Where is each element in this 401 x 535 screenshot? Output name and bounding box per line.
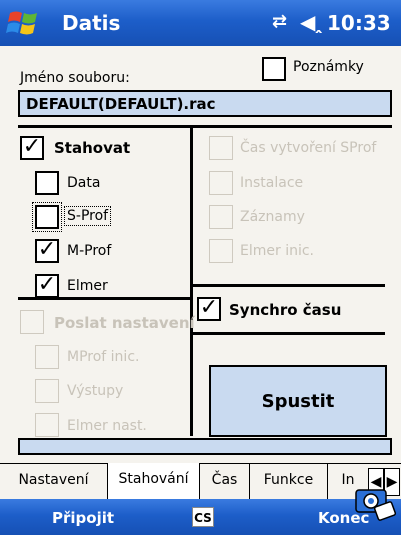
cas-vytvoreni-sprof-checkbox[interactable] bbox=[209, 136, 233, 160]
filename-label: Jméno souboru: bbox=[20, 70, 130, 86]
stahovat-checkbox[interactable]: ✓ bbox=[20, 136, 44, 160]
synchro-casu-checkbox[interactable]: ✓ bbox=[197, 297, 221, 321]
elmer-inic-label: Elmer inic. bbox=[240, 243, 314, 259]
instalace-label: Instalace bbox=[240, 175, 304, 191]
elmer-inic-checkbox[interactable] bbox=[209, 239, 233, 263]
vystupy-label: Výstupy bbox=[67, 383, 124, 399]
input-language-icon[interactable]: CS bbox=[192, 507, 214, 527]
mprof-label: M-Prof bbox=[67, 243, 112, 259]
poznamky-label: Poznámky bbox=[293, 59, 364, 75]
spustit-button[interactable]: Spustit bbox=[209, 365, 387, 437]
instalace-checkbox[interactable] bbox=[209, 171, 233, 195]
elmer-label: Elmer bbox=[67, 278, 108, 294]
poslat-nastaveni-checkbox[interactable] bbox=[20, 310, 44, 334]
divider-vertical bbox=[190, 125, 193, 436]
clock-time[interactable]: 10:33 bbox=[327, 11, 391, 35]
divider-top bbox=[18, 125, 392, 128]
sprof-checkbox[interactable] bbox=[32, 202, 62, 232]
progress-bar bbox=[18, 438, 392, 455]
elmer-nast-label: Elmer nast. bbox=[67, 418, 147, 434]
divider-right-upper bbox=[193, 284, 385, 287]
data-label: Data bbox=[67, 175, 101, 191]
app-title: Datis bbox=[62, 11, 121, 35]
data-checkbox[interactable] bbox=[35, 171, 59, 195]
menu-bar: Připojit CS Konec bbox=[0, 499, 401, 535]
signal-icon[interactable]: ⇄ bbox=[272, 11, 287, 32]
elmer-nast-checkbox[interactable] bbox=[35, 413, 59, 437]
mprof-inic-checkbox[interactable] bbox=[35, 345, 59, 369]
stahovat-label: Stahovat bbox=[54, 139, 131, 157]
title-bar: Datis ⇄ ◀ꞈ 10:33 bbox=[0, 0, 401, 46]
mprof-inic-label: MProf inic. bbox=[67, 349, 140, 365]
pripojit-softkey[interactable]: Připojit bbox=[52, 509, 114, 527]
camera-icon[interactable] bbox=[352, 478, 398, 524]
poslat-nastaveni-label: Poslat nastavení bbox=[54, 314, 195, 332]
tab-funkce[interactable]: Funkce bbox=[250, 464, 328, 499]
volume-icon[interactable]: ◀ꞈ bbox=[300, 10, 322, 35]
elmer-checkbox[interactable]: ✓ bbox=[35, 274, 59, 298]
zaznamy-checkbox[interactable] bbox=[209, 205, 233, 229]
filename-field[interactable]: DEFAULT(DEFAULT).rac bbox=[18, 90, 392, 117]
tab-strip: Nastavení Stahování Čas Funkce In ◀ ▶ bbox=[0, 463, 401, 499]
cas-vytvoreni-sprof-label: Čas vytvoření SProf bbox=[240, 140, 377, 156]
tab-nastaveni[interactable]: Nastavení bbox=[0, 464, 108, 499]
windows-flag-icon[interactable] bbox=[6, 7, 40, 39]
tab-cas[interactable]: Čas bbox=[200, 464, 250, 499]
zaznamy-label: Záznamy bbox=[240, 209, 305, 225]
poznamky-checkbox[interactable] bbox=[262, 57, 286, 81]
synchro-casu-label: Synchro času bbox=[229, 301, 342, 319]
vystupy-checkbox[interactable] bbox=[35, 379, 59, 403]
divider-right-lower bbox=[193, 332, 385, 335]
mprof-checkbox[interactable]: ✓ bbox=[35, 239, 59, 263]
tab-stahovani[interactable]: Stahování bbox=[108, 463, 200, 499]
sprof-label: S-Prof bbox=[64, 206, 112, 226]
